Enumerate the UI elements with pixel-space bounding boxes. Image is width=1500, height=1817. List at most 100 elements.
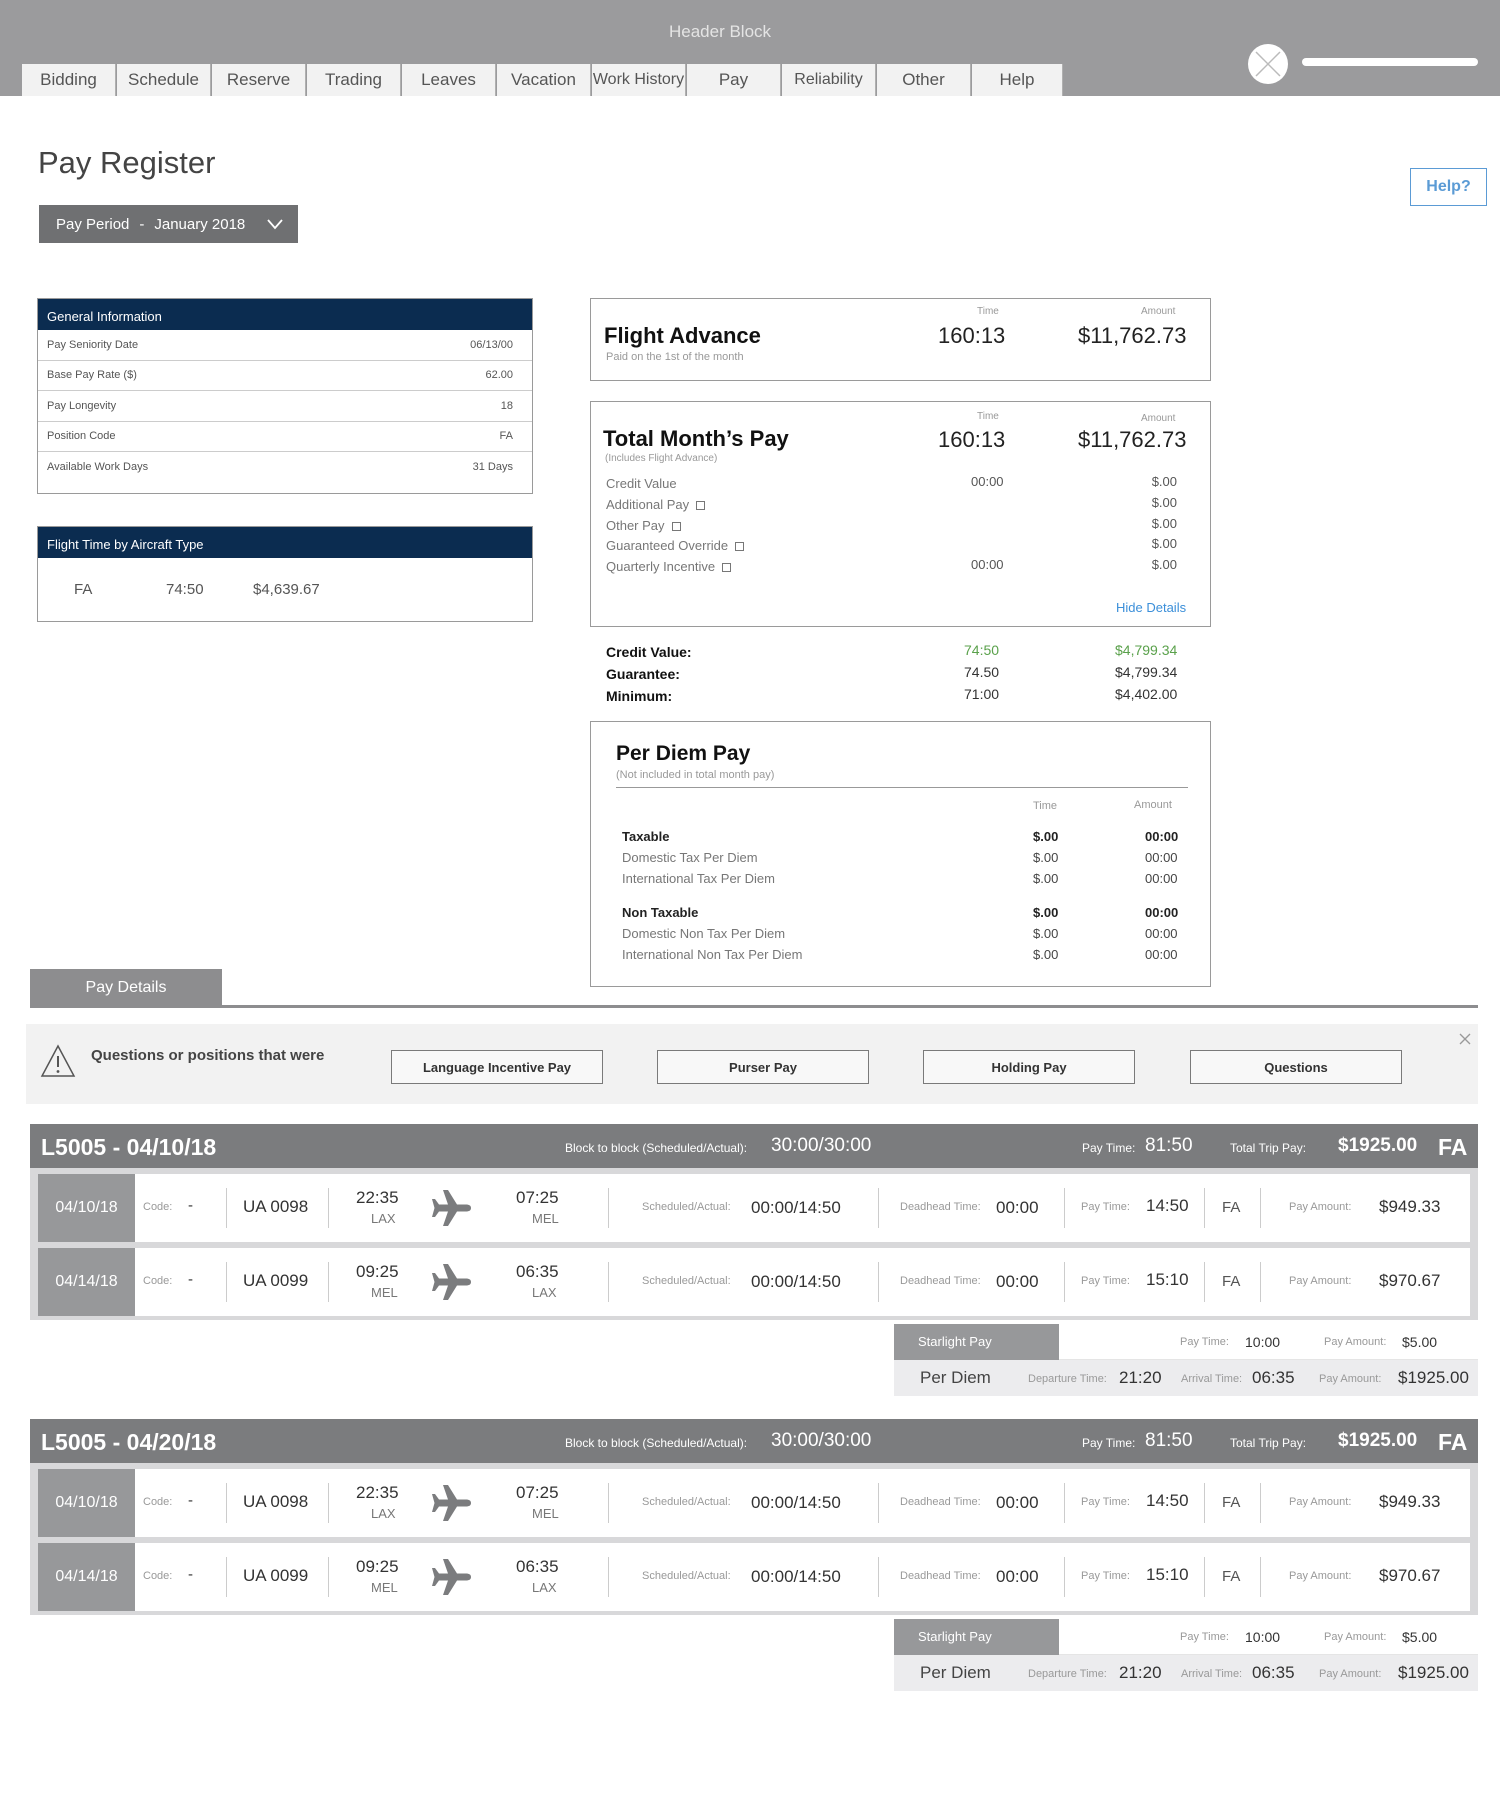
per-diem-row[interactable]: Per Diem Departure Time: 21:20 Arrival Time… (894, 1655, 1478, 1691)
flight-time-amount: $4,639.67 (253, 581, 320, 598)
total-pay-item[interactable]: Additional Pay (606, 496, 706, 512)
leg-pay-amount-label: Pay Amount: (1289, 1275, 1352, 1287)
tab-schedule[interactable]: Schedule (117, 64, 211, 96)
per-diem-row[interactable]: Per Diem Departure Time: 21:20 Arrival Time… (894, 1360, 1478, 1396)
info-row-value: 31 Days (472, 461, 513, 474)
leg-date: 04/10/18 (38, 1174, 135, 1242)
leg-row[interactable]: 04/10/18 Code: - UA 0098 22:35 LAX 07:25 MEL Sch… (38, 1174, 1470, 1242)
info-row: Base Pay Rate ($) 62.00 (38, 361, 532, 391)
header-block: Header Block Bidding Schedule Reserve Tr… (0, 0, 1500, 96)
chevron-down-icon (267, 219, 283, 230)
leg-row[interactable]: 04/10/18 Code: - UA 0098 22:35 LAX 07:25 MEL Sch… (38, 1469, 1470, 1537)
total-pay-item: Credit Value (606, 476, 677, 491)
per-diem-pay-box: Per Diem Pay (Not included in total mont… (590, 721, 1211, 987)
leg-divider (226, 1262, 227, 1302)
per-diem-arrival-label: Arrival Time: (1181, 1373, 1243, 1385)
leg-arrival-airport: MEL (532, 1211, 559, 1226)
flight-advance-amount-label: Amount (1141, 306, 1176, 317)
total-pay-item-label: Other Pay (606, 517, 665, 533)
total-pay-amount-label: Amount (1141, 413, 1176, 424)
info-row-value: 06/13/00 (470, 338, 513, 351)
per-diem-pay-amount-value: $1925.00 (1398, 1368, 1469, 1387)
flight-time-panel: Flight Time by Aircraft Type FA 74:50 $4… (37, 526, 533, 622)
trip-header[interactable]: L5005 - 04/10/18 Block to block (Schedule… (30, 1124, 1478, 1168)
pay-period-dropdown[interactable]: Pay Period - January 2018 (39, 205, 298, 243)
plane-icon (431, 1557, 475, 1602)
per-diem-arrival-value: 06:35 (1252, 1663, 1295, 1682)
tab-reliability[interactable]: Reliability (782, 64, 876, 96)
quarterly-incentive-expand-icon[interactable] (722, 563, 732, 573)
additional-pay-expand-icon[interactable] (696, 500, 706, 510)
per-diem-row-amount: 00:00 (1145, 850, 1178, 865)
trip-header[interactable]: L5005 - 04/20/18 Block to block (Schedule… (30, 1419, 1478, 1463)
leg-row[interactable]: 04/14/18 Code: - UA 0099 09:25 MEL 06:35 LAX Sch… (38, 1543, 1470, 1611)
leg-date: 04/14/18 (38, 1543, 135, 1611)
info-row: Pay Seniority Date 06/13/00 (38, 330, 532, 361)
avatar[interactable] (1248, 44, 1288, 84)
tab-reserve[interactable]: Reserve (212, 64, 306, 96)
leg-arrival-time: 07:25 (516, 1188, 559, 1207)
starlight-pay-amount-label: Pay Amount: (1324, 1336, 1387, 1348)
leg-code-label: Code: (143, 1275, 173, 1287)
leg-scheduled-value: 00:00/14:50 (751, 1567, 841, 1586)
leg-divider (608, 1262, 609, 1302)
other-pay-expand-icon[interactable] (671, 521, 681, 531)
close-icon[interactable] (1458, 1032, 1472, 1046)
leg-divider (1064, 1262, 1065, 1302)
leg-deadhead-value: 00:00 (996, 1567, 1039, 1586)
per-diem-subtitle: (Not included in total month pay) (616, 769, 775, 781)
header-search-bar[interactable] (1302, 58, 1478, 66)
total-pay-item[interactable]: Quarterly Incentive (606, 559, 732, 575)
leg-divider (608, 1557, 609, 1597)
purser-pay-button[interactable]: Purser Pay (657, 1050, 869, 1084)
per-diem-row-label: Domestic Non Tax Per Diem (622, 926, 786, 941)
total-pay-item[interactable]: Guaranteed Override (606, 538, 745, 553)
tab-work-history[interactable]: Work History (592, 64, 686, 96)
leg-scheduled-value: 00:00/14:50 (751, 1272, 841, 1291)
starlight-pay-row[interactable]: Starlight Pay Pay Time: 10:00 Pay Amount: $5… (894, 1324, 1478, 1360)
total-pay-item[interactable]: Other Pay (606, 518, 681, 533)
tab-other[interactable]: Other (877, 64, 971, 96)
questions-button[interactable]: Questions (1190, 1050, 1402, 1084)
starlight-pay-time-label: Pay Time: (1180, 1631, 1229, 1643)
total-pay-time: 160:13 (938, 427, 1006, 452)
leg-departure-airport: LAX (371, 1506, 396, 1521)
leg-divider (328, 1188, 329, 1228)
trip-pay-time-label: Pay Time: (1082, 1141, 1136, 1155)
avatar-placeholder-icon (1255, 51, 1281, 77)
leg-pay-time-label: Pay Time: (1081, 1570, 1130, 1582)
starlight-pay-row[interactable]: Starlight Pay Pay Time: 10:00 Pay Amount: $5… (894, 1619, 1478, 1655)
help-button[interactable]: Help? (1410, 168, 1487, 206)
trip-title: L5005 - 04/10/18 (41, 1134, 217, 1160)
tab-pay[interactable]: Pay (687, 64, 781, 96)
total-pay-item-label: Quarterly Incentive (606, 559, 716, 575)
leg-deadhead-value: 00:00 (996, 1493, 1039, 1512)
summary-time: 74:50 (964, 642, 1000, 658)
info-row-value: 18 (500, 399, 513, 412)
guaranteed-override-expand-icon[interactable] (735, 542, 745, 552)
leg-pay-time-label: Pay Time: (1081, 1201, 1130, 1213)
hide-details-link[interactable]: Hide Details (1116, 600, 1186, 615)
leg-pay-amount-label: Pay Amount: (1289, 1496, 1352, 1508)
trip-title: L5005 - 04/20/18 (41, 1429, 217, 1455)
leg-row[interactable]: 04/14/18 Code: - UA 0099 09:25 MEL 06:35 LAX Sch… (38, 1248, 1470, 1316)
total-trip-pay-label: Total Trip Pay: (1230, 1141, 1307, 1155)
tab-help[interactable]: Help (972, 64, 1063, 96)
block-label: Block to block (Scheduled/Actual): (565, 1436, 748, 1450)
tab-vacation[interactable]: Vacation (497, 64, 591, 96)
leg-position: FA (1222, 1494, 1241, 1511)
leg-scheduled-label: Scheduled/Actual: (642, 1496, 731, 1508)
leg-pay-amount-value: $970.67 (1379, 1566, 1441, 1585)
per-diem-pay-amount-label: Pay Amount: (1319, 1373, 1382, 1385)
pay-details-tab[interactable]: Pay Details (30, 969, 222, 1007)
leg-divider (328, 1262, 329, 1302)
holding-pay-button[interactable]: Holding Pay (923, 1050, 1135, 1084)
total-pay-item-label: Additional Pay (606, 496, 690, 512)
tab-leaves[interactable]: Leaves (402, 64, 496, 96)
language-incentive-pay-button[interactable]: Language Incentive Pay (391, 1050, 603, 1084)
tab-bidding[interactable]: Bidding (22, 64, 116, 96)
info-row: Pay Longevity 18 (38, 391, 532, 422)
leg-divider (1260, 1188, 1261, 1228)
pay-details-divider (30, 1005, 1478, 1008)
tab-trading[interactable]: Trading (307, 64, 401, 96)
